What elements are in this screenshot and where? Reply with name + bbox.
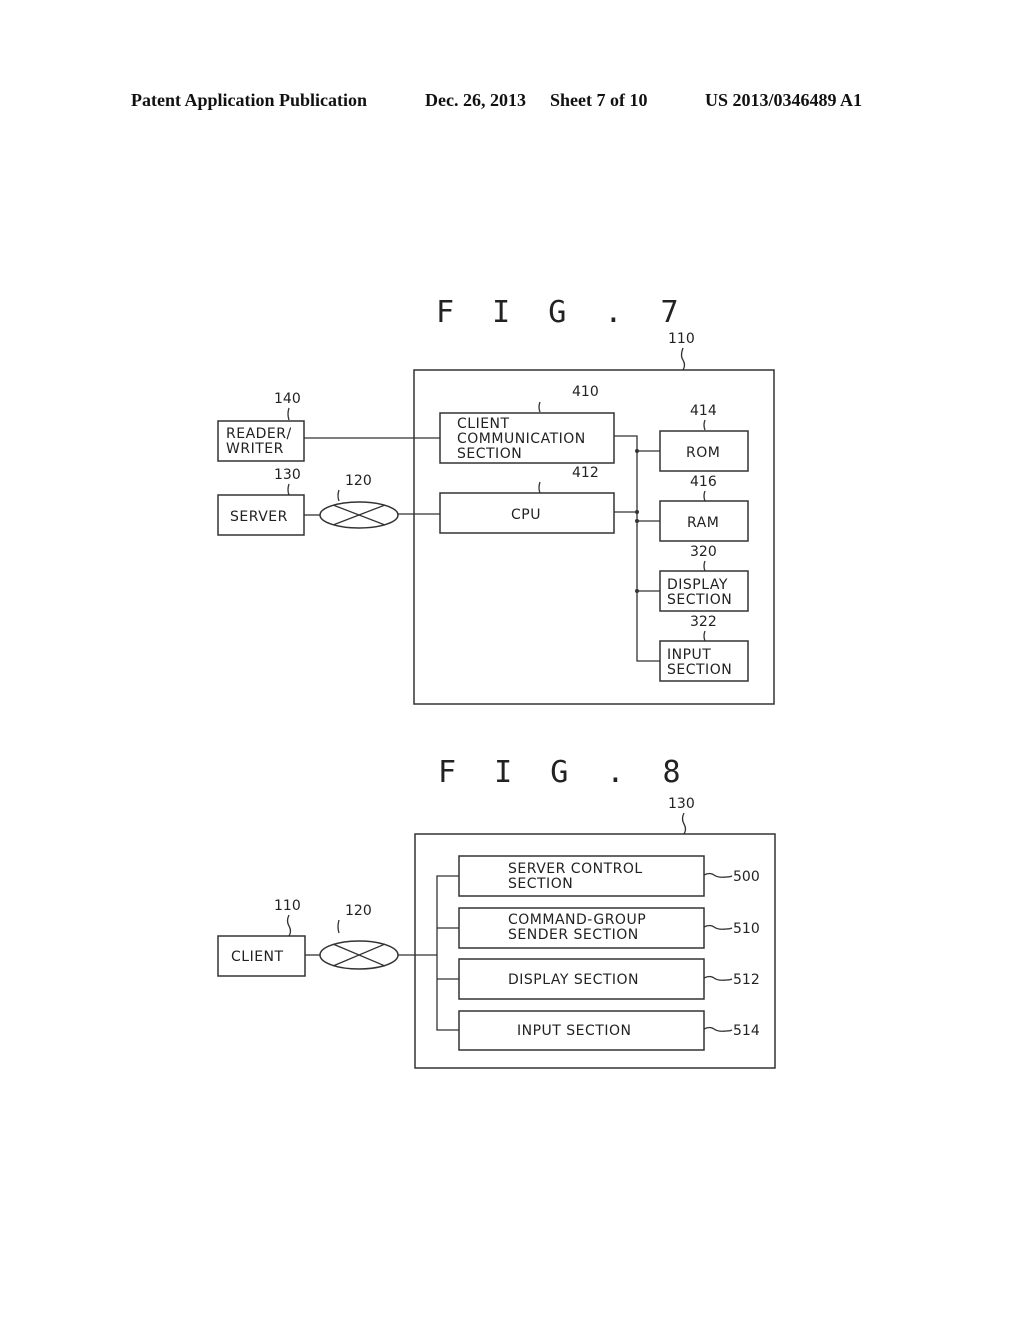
fig7-display-line1: DISPLAY	[667, 577, 728, 593]
fig8-server-control-line2: SECTION	[508, 876, 573, 892]
fig7-reader-leader	[287, 407, 290, 421]
fig8-server-ref: 130	[668, 796, 695, 812]
fig7-cpu-label: CPU	[511, 507, 541, 523]
fig7-client-ref: 110	[668, 331, 695, 347]
fig8-network-leader	[337, 919, 340, 934]
fig7-title: F I G . 7	[436, 295, 689, 330]
fig7-comm-ref: 410	[572, 384, 599, 400]
fig7-junction	[635, 510, 639, 514]
fig7-input-line2: SECTION	[667, 662, 732, 678]
fig7-ram-ref: 416	[690, 474, 717, 490]
fig7-input-ref: 322	[690, 614, 717, 630]
fig7-input-line1: INPUT	[667, 647, 711, 663]
fig7-ram-label: RAM	[687, 515, 719, 531]
fig7-client-leader	[680, 347, 686, 371]
fig7-comm-line1: CLIENT	[457, 416, 510, 432]
fig8-client-label: CLIENT	[231, 949, 284, 965]
fig8-server-control-line1: SERVER CONTROL	[508, 861, 643, 877]
fig7-reader-ref: 140	[274, 391, 301, 407]
fig7-display-line2: SECTION	[667, 592, 732, 608]
fig7-junction	[635, 519, 639, 523]
fig8-display-ref: 512	[733, 972, 760, 988]
fig8-command-group-line1: COMMAND-GROUP	[508, 912, 646, 928]
fig7-server-ref: 130	[274, 467, 301, 483]
fig7-junction	[635, 589, 639, 593]
figures-canvas: F I G . 7 110 140 READER/ WRITER 410 CLI…	[217, 295, 776, 1069]
fig7-display-ref: 320	[690, 544, 717, 560]
fig7-rom-label: ROM	[686, 445, 720, 461]
fig8-input-ref: 514	[733, 1023, 760, 1039]
fig8-display-label: DISPLAY SECTION	[508, 972, 639, 988]
fig7-cpu-ref: 412	[572, 465, 599, 481]
fig8-command-group-ref: 510	[733, 921, 760, 937]
fig7-junction	[635, 449, 639, 453]
fig7-comm-line2: COMMUNICATION	[457, 431, 586, 447]
fig8-client-leader	[286, 914, 292, 937]
fig7-server-leader	[287, 483, 290, 496]
fig8-client-ref: 110	[274, 898, 301, 914]
fig8-command-group-line2: SENDER SECTION	[508, 927, 639, 943]
fig8-server-control-ref: 500	[733, 869, 760, 885]
fig8-network-ref: 120	[345, 903, 372, 919]
fig7-rom-ref: 414	[690, 403, 717, 419]
fig7-server-label: SERVER	[230, 509, 288, 525]
fig7-reader-line2: WRITER	[226, 441, 284, 457]
fig8-title: F I G . 8	[438, 755, 691, 790]
fig8-input-label: INPUT SECTION	[517, 1023, 631, 1039]
fig7-reader-line1: READER/	[226, 426, 292, 442]
fig8-server-leader	[681, 812, 687, 835]
fig7-network-ref: 120	[345, 473, 372, 489]
fig7-comm-line3: SECTION	[457, 446, 522, 462]
fig7-network-leader	[337, 489, 340, 502]
